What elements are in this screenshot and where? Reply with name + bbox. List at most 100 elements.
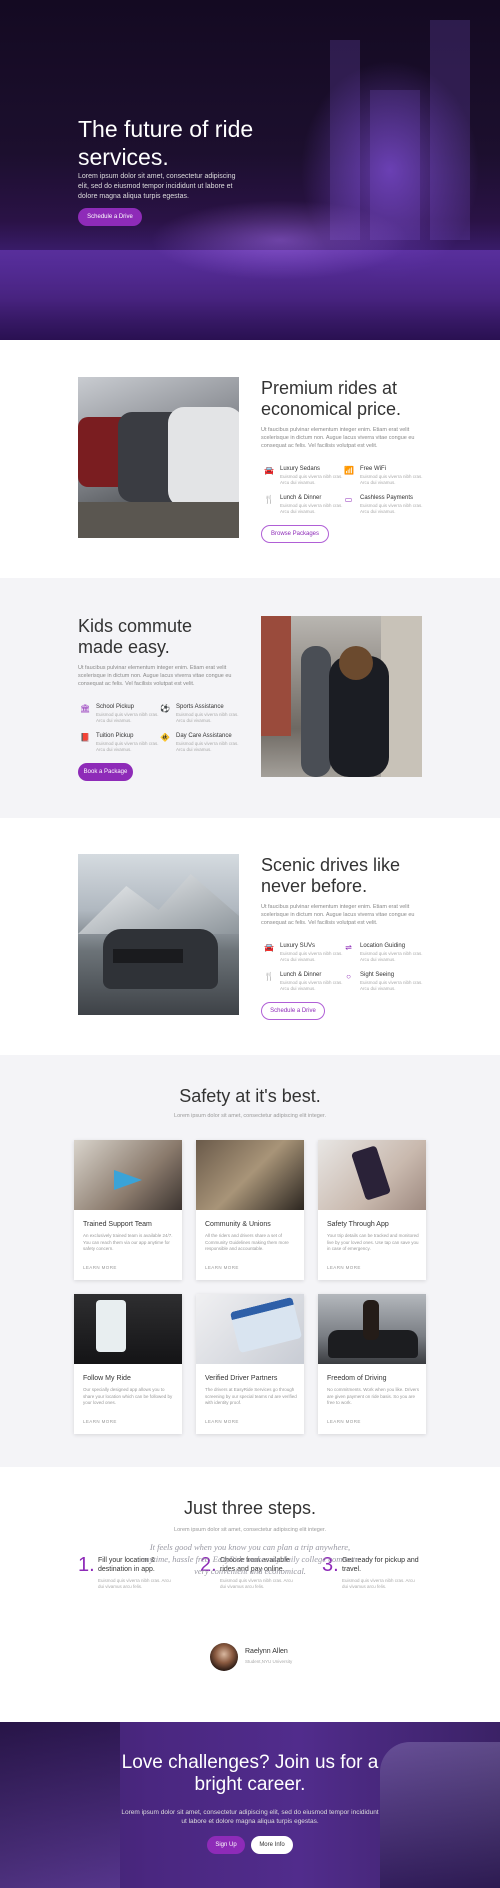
learn-more-link[interactable]: LEARN MORE: [83, 1265, 117, 1270]
card-desc: No commitments. Work when you like. Driv…: [327, 1387, 419, 1405]
credit-card-icon: ▭: [344, 495, 353, 504]
feature-desc: Euismod quis viverra nibh cras. Arcu dui…: [360, 980, 423, 991]
step-number: 1.: [78, 1554, 95, 1576]
feature-desc: Euismod quis viverra nibh cras. Arcu dui…: [360, 474, 423, 485]
feature-desc: Euismod quis viverra nibh cras. Arcu dui…: [280, 503, 343, 514]
premium-body: Ut faucibus pulvinar elementum integer e…: [261, 427, 415, 449]
cta-title: Love challenges? Join us for a bright ca…: [121, 1752, 379, 1795]
premium-title: Premium rides at economical price.: [261, 378, 402, 419]
learn-more-link[interactable]: LEARN MORE: [205, 1265, 239, 1270]
feature-title: Luxury Sedans: [280, 466, 321, 472]
feature-title: Sports Assistance: [176, 704, 224, 710]
learn-more-link[interactable]: LEARN MORE: [327, 1419, 361, 1424]
feature-desc: Euismod quis viverra nibh cras. Arcu dui…: [176, 712, 239, 723]
child-icon: 🚸: [160, 733, 170, 742]
card-verified-drivers: Verified Driver Partners The drivers at …: [196, 1294, 304, 1434]
kids-title: Kids commute made easy.: [78, 616, 193, 657]
career-cta-section: Love challenges? Join us for a bright ca…: [0, 1722, 500, 1888]
card-desc: Your trip details can be tracked and mon…: [327, 1233, 419, 1251]
feature-title: Free WiFi: [360, 466, 386, 472]
hero-title: The future of ride services.: [78, 116, 254, 170]
book-package-button[interactable]: Book a Package: [78, 763, 133, 781]
hero-road-glow: [150, 200, 410, 280]
browse-packages-button[interactable]: Browse Packages: [261, 525, 329, 543]
feature-title: Location Guiding: [360, 943, 406, 949]
car-icon: 🚘: [264, 466, 274, 475]
book-icon: 📕: [80, 733, 90, 742]
schedule-drive-button[interactable]: Schedule a Drive: [78, 208, 142, 226]
card-desc: All the riders and drivers share a set o…: [205, 1233, 289, 1251]
steps-title: Just three steps.: [183, 1498, 317, 1518]
testimonial-quote-text: It feels good when you know you can plan…: [141, 1542, 359, 1576]
car-icon: 🚘: [264, 943, 274, 952]
card-freedom-of-driving: Freedom of Driving No commitments. Work …: [318, 1294, 426, 1434]
card-desc: An exclusively trained team is available…: [83, 1233, 173, 1251]
learn-more-link[interactable]: LEARN MORE: [83, 1419, 117, 1424]
testimonial-role: Student,NYU University: [245, 1659, 293, 1664]
scenic-title: Scenic drives like never before.: [261, 855, 401, 896]
feature-desc: Euismod quis viverra nibh cras. Arcu dui…: [280, 951, 343, 962]
card-title: Community & Unions: [205, 1221, 271, 1228]
card-community-unions: Community & Unions All the riders and dr…: [196, 1140, 304, 1280]
hero-body: Lorem ipsum dolor sit amet, consectetur …: [78, 173, 236, 200]
avatar: [210, 1643, 238, 1671]
school-icon: 🏛: [80, 704, 91, 713]
feature-desc: Euismod quis viverra nibh cras. Arcu dui…: [96, 712, 159, 723]
safety-title: Safety at it's best.: [179, 1086, 321, 1106]
card-title: Safety Through App: [327, 1221, 389, 1228]
step-desc: Euismod quis viverra nibh cras. Arcu dui…: [98, 1578, 171, 1589]
hero-section: The future of ride services. Lorem ipsum…: [0, 0, 500, 340]
cta-body: Lorem ipsum dolor sit amet, consectetur …: [121, 1809, 379, 1825]
feature-desc: Euismod quis viverra nibh cras. Arcu dui…: [280, 980, 343, 991]
parked-cars-photo: [78, 377, 239, 538]
feature-desc: Euismod quis viverra nibh cras. Arcu dui…: [96, 741, 159, 752]
card-title: Verified Driver Partners: [205, 1375, 278, 1382]
suv-mountain-photo: [78, 854, 239, 1015]
sign-up-button[interactable]: Sign Up: [207, 1836, 245, 1854]
feature-desc: Euismod quis viverra nibh cras. Arcu dui…: [360, 951, 423, 962]
card-title: Trained Support Team: [83, 1221, 152, 1228]
card-follow-my-ride: Follow My Ride Our specially designed ap…: [74, 1294, 182, 1434]
card-image: [318, 1294, 426, 1364]
card-image: [196, 1140, 304, 1210]
kids-section: [0, 578, 500, 818]
feature-title: Lunch & Dinner: [280, 972, 322, 978]
card-desc: Our specially designed app allows you to…: [83, 1387, 173, 1405]
card-image: [74, 1140, 182, 1210]
card-title: Follow My Ride: [83, 1375, 131, 1382]
signpost-icon: ⇌: [345, 943, 352, 952]
utensils-icon: 🍴: [264, 495, 274, 504]
feature-title: Luxury SUVs: [280, 943, 316, 949]
card-safety-through-app: Safety Through App Your trip details can…: [318, 1140, 426, 1280]
feature-title: Sight Seeing: [360, 972, 395, 978]
feature-desc: Euismod quis viverra nibh cras. Arcu dui…: [280, 474, 343, 485]
kids-body: Ut faucibus pulvinar elementum integer e…: [78, 665, 232, 687]
learn-more-link[interactable]: LEARN MORE: [327, 1265, 361, 1270]
cta-car-left: [0, 1722, 120, 1888]
learn-more-link[interactable]: LEARN MORE: [205, 1419, 239, 1424]
circle-icon: ○: [346, 972, 351, 981]
card-image: [74, 1294, 182, 1364]
feature-title: Lunch & Dinner: [280, 495, 322, 501]
safety-subtitle: Lorem ipsum dolor sit amet, consectetur …: [174, 1113, 326, 1119]
feature-title: Cashless Payments: [360, 495, 414, 501]
mother-child-photo: [261, 616, 422, 777]
more-info-button[interactable]: More Info: [251, 1836, 293, 1854]
wifi-icon: 📶: [344, 466, 354, 475]
scenic-body: Ut faucibus pulvinar elementum integer e…: [261, 904, 415, 926]
feature-title: Tuition Pickup: [96, 733, 134, 739]
feature-title: Day Care Assistance: [176, 733, 232, 739]
feature-desc: Euismod quis viverra nibh cras. Arcu dui…: [360, 503, 423, 514]
step-desc: Euismod quis viverra nibh cras. Arcu dui…: [342, 1578, 415, 1589]
utensils-icon: 🍴: [264, 972, 274, 981]
feature-title: School Pickup: [96, 704, 135, 710]
testimonial-author: Raelynn Allen: [245, 1648, 288, 1655]
feature-desc: Euismod quis viverra nibh cras. Arcu dui…: [176, 741, 239, 752]
steps-subtitle: Lorem ipsum dolor sit amet, consectetur …: [174, 1527, 326, 1533]
schedule-drive-button-2[interactable]: Schedule a Drive: [261, 1002, 325, 1020]
card-desc: The drivers at EasyRide Services go thro…: [205, 1387, 297, 1405]
card-image: [318, 1140, 426, 1210]
card-trained-support: Trained Support Team An exclusively trai…: [74, 1140, 182, 1280]
card-image: [196, 1294, 304, 1364]
card-title: Freedom of Driving: [327, 1375, 387, 1382]
